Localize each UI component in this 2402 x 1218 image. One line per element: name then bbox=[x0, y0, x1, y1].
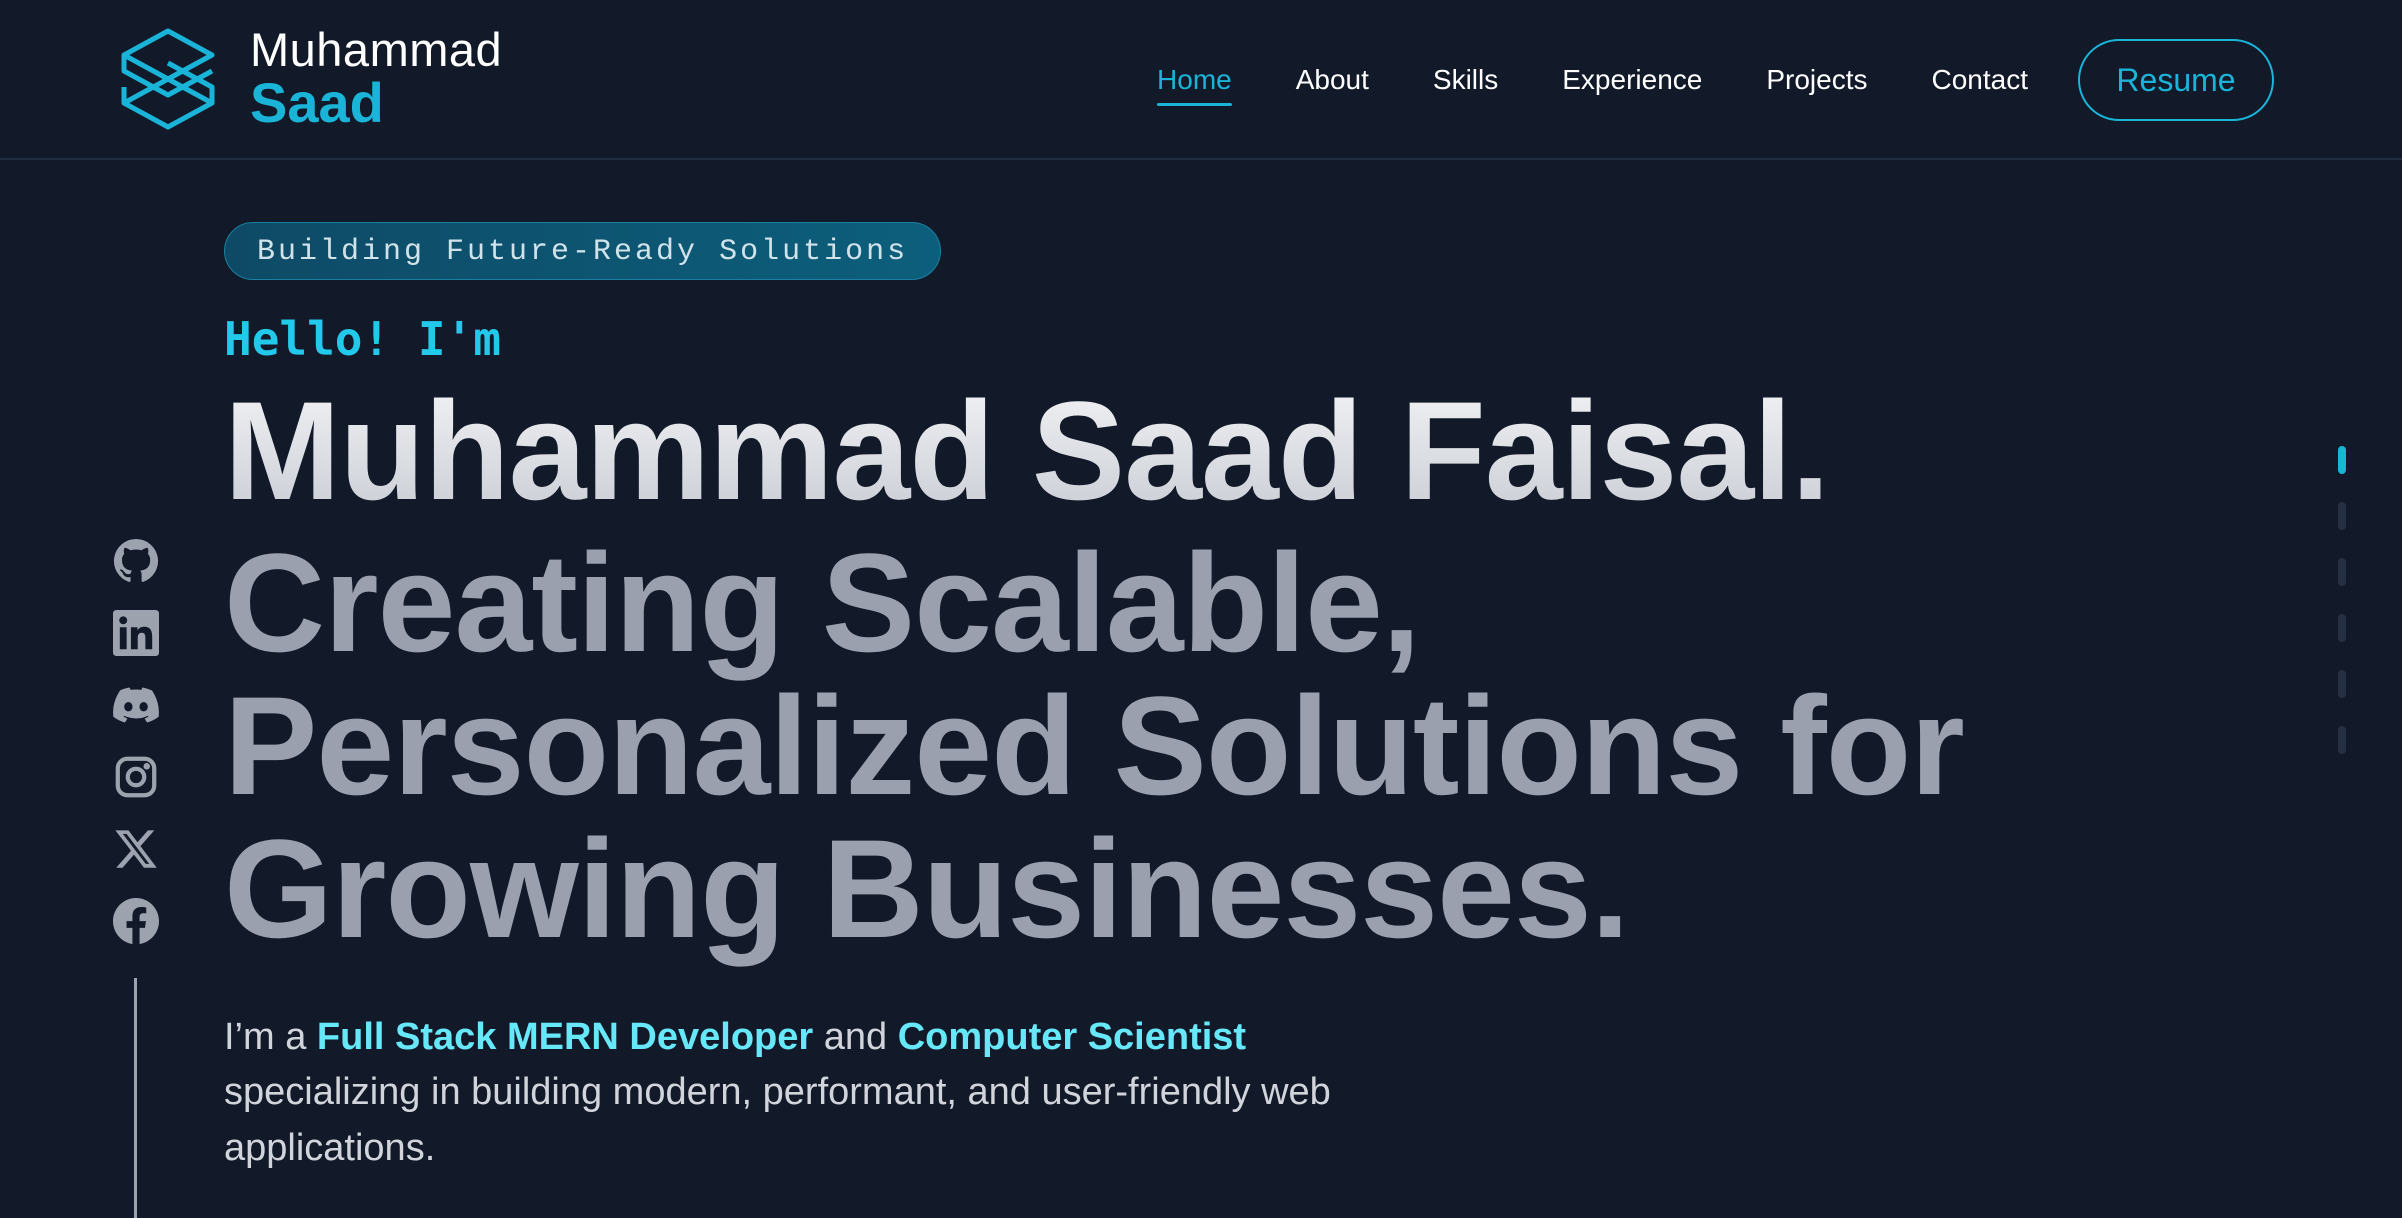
x-icon[interactable] bbox=[113, 826, 159, 872]
section-indicator bbox=[2338, 446, 2346, 782]
main-nav: Home About Skills Experience Projects Co… bbox=[1157, 0, 2402, 160]
hero-name: Muhammad Saad Faisal. bbox=[224, 374, 2024, 528]
section-dot-5[interactable] bbox=[2338, 670, 2346, 698]
social-divider-line bbox=[134, 978, 137, 1218]
nav-about[interactable]: About bbox=[1296, 66, 1369, 94]
nav-home[interactable]: Home bbox=[1157, 66, 1232, 106]
site-logo[interactable]: Muhammad Saad bbox=[120, 26, 502, 131]
intro-prefix: I’m a bbox=[224, 1016, 307, 1059]
nav-projects[interactable]: Projects bbox=[1766, 66, 1867, 94]
nav-contact[interactable]: Contact bbox=[1932, 66, 2029, 94]
hero-intro: I’m a Full Stack MERN Developer and Comp… bbox=[224, 1010, 1424, 1175]
tagline-badge: Building Future-Ready Solutions bbox=[224, 222, 942, 280]
section-dot-1[interactable] bbox=[2338, 446, 2346, 474]
social-links bbox=[112, 538, 160, 970]
section-dot-4[interactable] bbox=[2338, 614, 2346, 642]
site-header: Muhammad Saad Home About Skills Experien… bbox=[0, 0, 2402, 160]
cube-logo-icon bbox=[121, 28, 215, 129]
discord-icon[interactable] bbox=[113, 682, 159, 728]
nav-experience[interactable]: Experience bbox=[1562, 66, 1702, 94]
logo-last-name: Saad bbox=[250, 71, 384, 134]
intro-rest: specializing in building modern, perform… bbox=[224, 1071, 1331, 1169]
intro-role-mern: Full Stack MERN Developer bbox=[316, 1016, 814, 1059]
hero-section: Building Future-Ready Solutions Hello! I… bbox=[224, 222, 2024, 1214]
instagram-icon[interactable] bbox=[113, 754, 159, 800]
resume-button[interactable]: Resume bbox=[2078, 39, 2274, 121]
tagline-line-1: Creating Scalable, bbox=[224, 524, 1421, 681]
tagline-line-2: Personalized Solutions for bbox=[224, 666, 1965, 824]
nav-skills[interactable]: Skills bbox=[1433, 66, 1498, 94]
logo-first-name: Muhammad bbox=[250, 23, 503, 76]
facebook-icon[interactable] bbox=[113, 898, 159, 944]
section-dot-3[interactable] bbox=[2338, 558, 2346, 586]
section-dot-2[interactable] bbox=[2338, 502, 2346, 530]
intro-joiner: and bbox=[823, 1016, 888, 1059]
linkedin-icon[interactable] bbox=[113, 610, 159, 656]
section-dot-6[interactable] bbox=[2338, 726, 2346, 754]
greeting: Hello! I'm bbox=[224, 312, 501, 366]
github-icon[interactable] bbox=[113, 538, 159, 584]
hero-tagline: Creating Scalable, Personalized Solution… bbox=[224, 524, 1984, 967]
tagline-line-3: Growing Businesses. bbox=[224, 809, 1630, 967]
intro-role-cs: Computer Scientist bbox=[897, 1016, 1247, 1059]
